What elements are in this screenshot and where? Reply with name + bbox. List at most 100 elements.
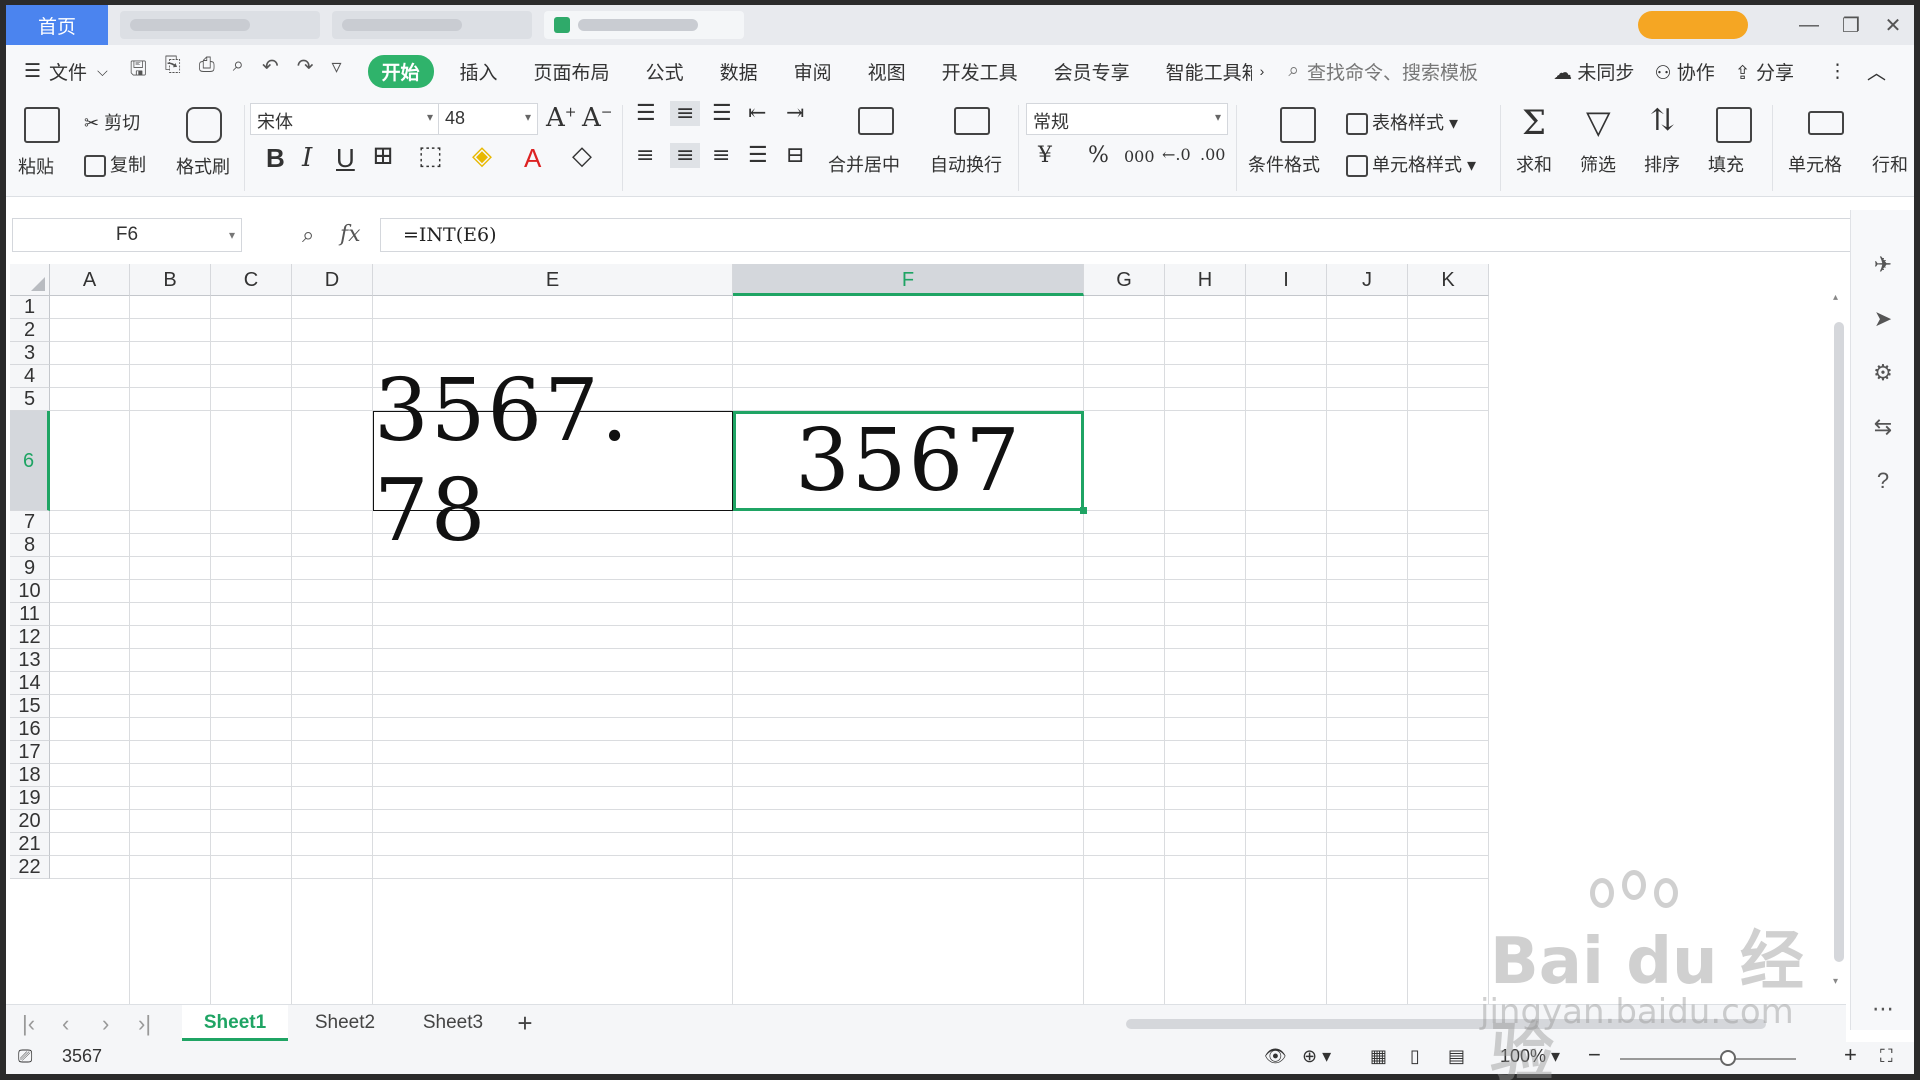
column-header-b[interactable]: B — [130, 264, 211, 296]
align-center-icon[interactable]: ≡ — [670, 143, 701, 168]
justify-icon[interactable]: ☰ — [748, 143, 768, 168]
row-header-12[interactable]: 12 — [10, 626, 50, 649]
help-icon[interactable]: ? — [1871, 468, 1895, 493]
cell-button[interactable]: 单元格 — [1788, 151, 1842, 177]
chevron-right-icon[interactable]: › — [1260, 63, 1265, 79]
font-name-select[interactable]: 宋体 ▾ — [250, 103, 440, 135]
sum-button[interactable]: 求和 — [1516, 151, 1552, 177]
fill-color-icon[interactable]: ◈ — [472, 141, 492, 171]
number-format-select[interactable]: 常规 ▾ — [1026, 103, 1228, 135]
row-header-10[interactable]: 10 — [10, 580, 50, 603]
fill-handle[interactable] — [1080, 507, 1087, 514]
font-size-select[interactable]: 48 ▾ — [438, 103, 538, 135]
settings-sliders-icon[interactable]: ⚙ — [1871, 360, 1895, 385]
increase-font-icon[interactable]: A+ — [546, 103, 577, 133]
align-bottom-icon[interactable]: ☰ — [712, 101, 732, 126]
undo-icon[interactable]: ↶ — [262, 54, 279, 88]
align-middle-icon[interactable]: ≡ — [670, 101, 701, 126]
paste-icon[interactable] — [24, 107, 60, 143]
scroll-thumb[interactable] — [1834, 322, 1844, 962]
increase-decimal-icon[interactable]: ←.0 — [1162, 145, 1191, 164]
print-preview-icon[interactable]: ⌕ — [233, 54, 244, 88]
italic-icon[interactable]: I — [302, 143, 312, 173]
share-button[interactable]: ⇪ 分享 — [1735, 58, 1794, 85]
select-all-corner[interactable] — [10, 264, 50, 296]
tab-insert[interactable]: 插入 — [460, 58, 498, 85]
command-search[interactable]: 查找命令、搜索模板 — [1307, 58, 1478, 85]
column-header-h[interactable]: H — [1165, 264, 1246, 296]
column-header-d[interactable]: D — [292, 264, 373, 296]
column-header-g[interactable]: G — [1084, 264, 1165, 296]
indent-increase-icon[interactable]: ⇥ — [786, 101, 804, 126]
transform-icon[interactable]: ⇆ — [1871, 414, 1895, 439]
row-header-20[interactable]: 20 — [10, 810, 50, 833]
underline-icon[interactable]: U — [336, 143, 355, 174]
filter-button[interactable]: 筛选 — [1580, 151, 1616, 177]
tab-view[interactable]: 视图 — [868, 58, 906, 85]
collaborate-button[interactable]: ⚇ 协作 — [1654, 58, 1714, 85]
row-header-13[interactable]: 13 — [10, 649, 50, 672]
rocket-icon[interactable]: ✈ — [1871, 252, 1895, 277]
conditional-format-icon[interactable] — [1280, 107, 1316, 143]
merge-center-button[interactable]: 合并居中 — [828, 151, 900, 177]
row-header-6[interactable]: 6 — [10, 411, 50, 511]
name-box[interactable]: F6 ▾ — [12, 218, 242, 252]
tab-smart-tools[interactable]: 智能工具箱 — [1166, 58, 1252, 85]
tab-review[interactable]: 审阅 — [794, 58, 832, 85]
pointer-icon[interactable]: ➤ — [1871, 306, 1895, 331]
row-header-16[interactable]: 16 — [10, 718, 50, 741]
copy-button[interactable]: 复制 — [84, 151, 146, 178]
collapse-ribbon-icon[interactable]: ︿ — [1867, 58, 1886, 85]
sort-button[interactable]: 排序 — [1644, 151, 1680, 177]
scroll-down-icon[interactable]: ▾ — [1833, 976, 1838, 987]
wrap-text-button[interactable]: 自动换行 — [930, 151, 1002, 177]
cell-f6-selected[interactable]: 3567 — [733, 411, 1084, 511]
percent-icon[interactable]: % — [1088, 143, 1109, 168]
restore-icon[interactable]: ❐ — [1830, 13, 1872, 38]
tab-data[interactable]: 数据 — [720, 58, 758, 85]
row-header-15[interactable]: 15 — [10, 695, 50, 718]
macro-icon[interactable]: ⎚ — [18, 1046, 32, 1067]
fill-icon[interactable] — [1716, 107, 1752, 143]
row-header-1[interactable]: 1 — [10, 296, 50, 319]
conditional-format-button[interactable]: 条件格式 — [1248, 151, 1320, 177]
document-tab-2[interactable] — [332, 11, 532, 39]
distributed-icon[interactable]: ⊟ — [786, 143, 804, 168]
column-header-f[interactable]: F — [733, 264, 1084, 296]
indent-decrease-icon[interactable]: ⇤ — [748, 101, 766, 126]
tab-member[interactable]: 会员专享 — [1054, 58, 1130, 85]
row-header-21[interactable]: 21 — [10, 833, 50, 856]
minimize-icon[interactable]: — — [1788, 14, 1830, 37]
cell-e6[interactable]: 3567. 78 — [373, 361, 733, 561]
row-header-9[interactable]: 9 — [10, 557, 50, 580]
row-header-17[interactable]: 17 — [10, 741, 50, 764]
fullscreen-icon[interactable]: ⛶ — [1880, 1046, 1893, 1067]
column-header-j[interactable]: J — [1327, 264, 1408, 296]
zoom-formula-icon[interactable]: ⌕ — [302, 222, 314, 248]
input-method-icon[interactable]: ⊕ ▾ — [1302, 1046, 1331, 1067]
close-icon[interactable]: ✕ — [1872, 13, 1914, 38]
row-col-button[interactable]: 行和 — [1872, 151, 1908, 177]
align-top-icon[interactable]: ☰ — [636, 101, 656, 126]
fx-icon[interactable]: fx — [340, 222, 361, 247]
align-right-icon[interactable]: ≡ — [712, 143, 730, 168]
column-header-i[interactable]: I — [1246, 264, 1327, 296]
prev-sheet-icon[interactable]: ‹ — [62, 1011, 69, 1037]
column-header-k[interactable]: K — [1408, 264, 1489, 296]
print-icon[interactable]: ⎙ — [199, 54, 215, 88]
tab-start[interactable]: 开始 — [367, 54, 434, 88]
more-dots-icon[interactable]: ⋯ — [1871, 996, 1895, 1021]
tab-developer[interactable]: 开发工具 — [942, 58, 1018, 85]
tab-formulas[interactable]: 公式 — [646, 58, 684, 85]
tab-page-layout[interactable]: 页面布局 — [534, 58, 610, 85]
column-header-a[interactable]: A — [50, 264, 130, 296]
user-avatar[interactable] — [1638, 11, 1748, 39]
formula-input[interactable]: =INT(E6) — [380, 218, 1854, 252]
scroll-up-icon[interactable]: ▴ — [1833, 292, 1838, 303]
add-sheet-button[interactable]: + — [510, 1005, 540, 1041]
sync-status[interactable]: ☁ 未同步 — [1553, 58, 1634, 85]
row-header-8[interactable]: 8 — [10, 534, 50, 557]
font-color-icon[interactable]: A — [524, 143, 541, 174]
vertical-scrollbar[interactable]: ▴ ▾ — [1832, 292, 1846, 992]
cloud-save-icon[interactable]: ⎘ — [165, 54, 181, 88]
